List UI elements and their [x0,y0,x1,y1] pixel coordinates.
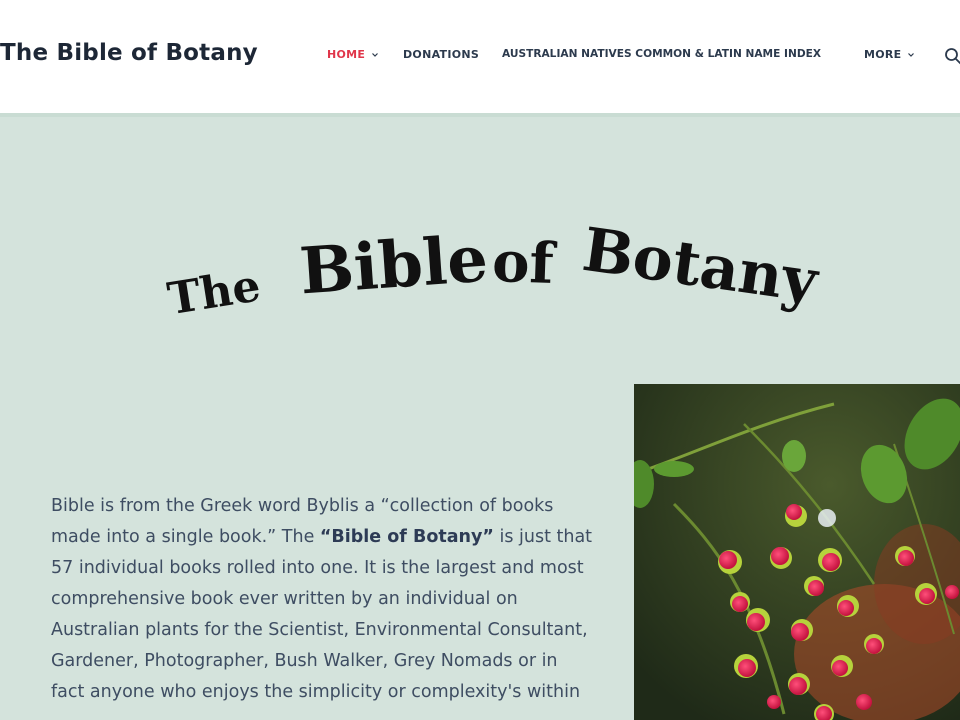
logo-word: The [164,260,264,325]
intro-paragraph: Bible is from the Greek word Byblis a “c… [51,491,596,708]
nav-item-australian-natives-index[interactable]: AUSTRALIAN NATIVES COMMON & LATIN NAME I… [502,48,821,60]
site-title[interactable]: The Bible of Botany [0,40,258,66]
nav-item-donations[interactable]: DONATIONS [403,48,479,61]
header-divider [0,113,960,117]
flower-photo-image [634,384,960,720]
intro-bold-title: “Bible of Botany” [319,527,494,547]
logo-word: Botany [578,215,820,317]
site-header: The Bible of Botany HOME DONATIONS AUSTR… [0,0,960,113]
nav-item-more[interactable]: MORE [864,48,915,61]
intro-text-2: is just that 57 individual books rolled … [51,527,593,702]
nav-item-home[interactable]: HOME [327,48,379,61]
hero-logo: The Bible of Botany [164,215,820,325]
nav-item-label: DONATIONS [403,48,480,61]
logo-word: Bible [297,222,490,310]
nav-item-label: MORE [864,48,902,61]
chevron-down-icon [908,52,915,57]
nav-item-label: AUSTRALIAN NATIVES COMMON & LATIN NAME I… [502,48,822,60]
chevron-down-icon [372,52,379,57]
logo-word: of [491,229,559,297]
search-icon[interactable] [944,47,960,65]
flower-photo [634,384,960,720]
nav-item-label: HOME [327,48,366,61]
